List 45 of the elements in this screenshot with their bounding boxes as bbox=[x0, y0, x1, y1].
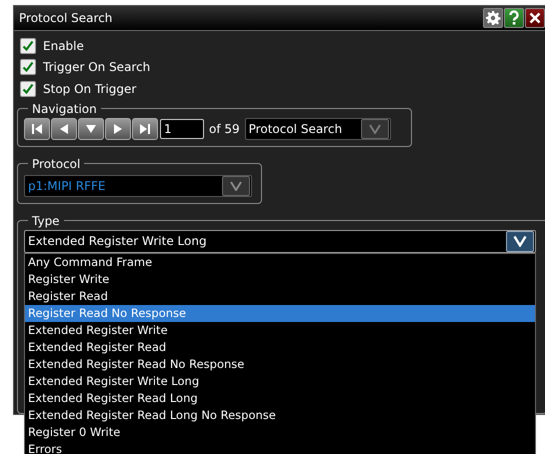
protocol-dropdown[interactable]: p1:MIPI RFFE bbox=[24, 174, 252, 196]
settings-button[interactable] bbox=[483, 8, 503, 28]
checkmark-icon bbox=[22, 61, 34, 74]
chevron-icon bbox=[360, 118, 389, 138]
checkbox-label: Stop On Trigger bbox=[43, 82, 136, 96]
skip-arrow-icon bbox=[30, 122, 44, 136]
gear-icon bbox=[485, 10, 501, 26]
last-button[interactable] bbox=[132, 118, 158, 140]
group-label: Type bbox=[31, 214, 61, 228]
window-title: Protocol Search bbox=[18, 11, 112, 25]
down-button[interactable] bbox=[78, 118, 104, 140]
question-mark-icon bbox=[508, 10, 520, 26]
chevron-icon bbox=[222, 176, 250, 196]
close-button[interactable] bbox=[525, 8, 545, 28]
first-button[interactable] bbox=[24, 118, 50, 140]
dropdown-option[interactable]: Errors bbox=[25, 440, 535, 454]
dropdown-option[interactable]: Extended Register Write bbox=[25, 322, 535, 338]
prev-button[interactable] bbox=[51, 118, 77, 140]
checkmark-icon bbox=[22, 40, 34, 52]
dropdown-option[interactable]: Extended Register Read Long bbox=[25, 390, 535, 406]
type-dropdown[interactable]: Extended Register Write Long bbox=[24, 230, 536, 252]
group-label: Navigation bbox=[31, 102, 98, 116]
dropdown-option[interactable]: Extended Register Read No Response bbox=[25, 356, 535, 372]
checkbox[interactable] bbox=[20, 59, 36, 76]
mode-dropdown[interactable]: Protocol Search bbox=[244, 118, 391, 140]
count-label: of 59 bbox=[209, 122, 240, 136]
dropdown-option[interactable]: Register Read No Response bbox=[25, 304, 535, 322]
dropdown-option[interactable]: Register Write bbox=[25, 270, 535, 288]
dropdown-option[interactable]: Extended Register Write Long bbox=[25, 372, 535, 390]
close-icon bbox=[529, 12, 541, 24]
dropdown-option[interactable]: Register Read bbox=[25, 288, 535, 304]
checkbox-label: Enable bbox=[43, 38, 84, 53]
help-button[interactable] bbox=[504, 8, 524, 28]
checkbox[interactable] bbox=[20, 80, 36, 97]
dropdown-option[interactable]: Extended Register Read bbox=[25, 338, 535, 356]
dropdown-option[interactable]: Register 0 Write bbox=[25, 424, 535, 440]
checkbox[interactable] bbox=[20, 38, 36, 54]
dropdown-option[interactable]: Extended Register Read Long No Response bbox=[25, 406, 535, 424]
next-button[interactable] bbox=[105, 118, 131, 140]
checkmark-icon bbox=[22, 82, 34, 95]
group-label: Protocol bbox=[31, 156, 82, 170]
dropdown-option[interactable]: Any Command Frame bbox=[25, 254, 535, 270]
index-field[interactable]: 1 bbox=[160, 118, 204, 138]
skip-arrow-icon bbox=[138, 122, 152, 136]
checkbox-label: Trigger On Search bbox=[43, 60, 150, 74]
